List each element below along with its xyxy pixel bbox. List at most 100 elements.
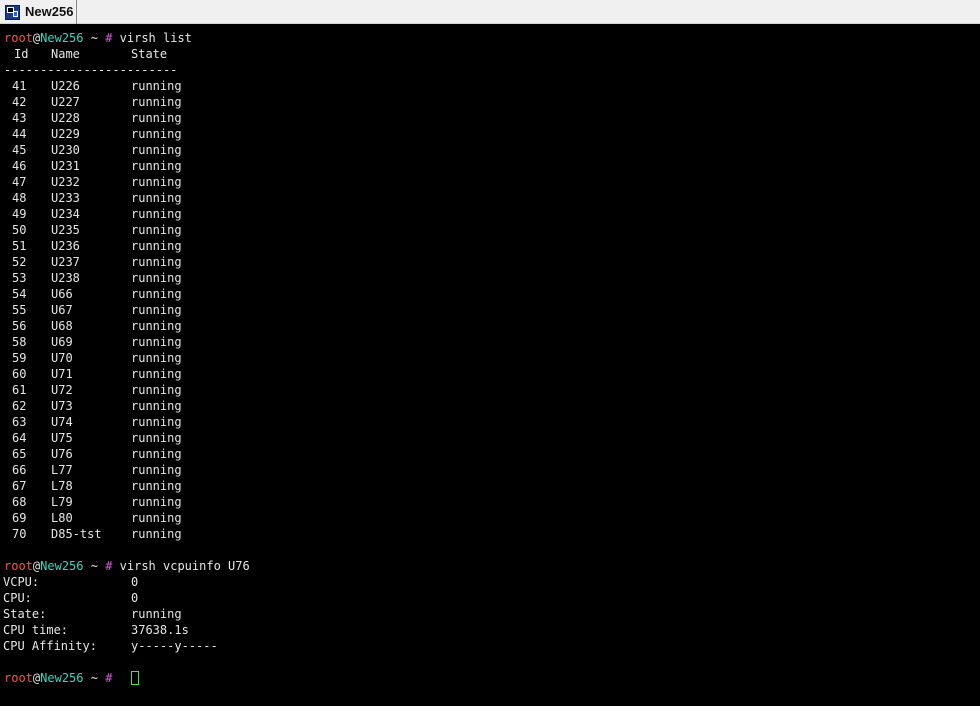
row-id: 62 [12, 399, 27, 413]
prompt-symbol: # [105, 559, 113, 573]
row-id: 65 [12, 447, 27, 461]
row-id: 45 [12, 143, 27, 157]
row-name: U67 [51, 303, 73, 317]
row-id: 67 [12, 479, 27, 493]
row-name: U238 [51, 271, 80, 285]
row-name: U230 [51, 143, 80, 157]
row-state: running [131, 223, 182, 237]
row-name: U66 [51, 287, 73, 301]
row-name: U233 [51, 191, 80, 205]
terminal-output[interactable]: root@New256 ~ # virsh list Id Name State ---… [0, 27, 980, 706]
vcpuinfo-key: CPU: [3, 591, 32, 605]
row-state: running [131, 447, 182, 461]
prompt-line-vcpuinfo: root@New256 ~ # virsh vcpuinfo U76 [4, 558, 250, 574]
prompt-path: ~ [83, 559, 106, 573]
row-id: 48 [12, 191, 27, 205]
vcpuinfo-value: y-----y----- [131, 639, 218, 653]
row-id: 70 [12, 527, 27, 541]
row-name: U231 [51, 159, 80, 173]
row-name: U229 [51, 127, 80, 141]
row-name: L77 [51, 463, 73, 477]
row-state: running [131, 95, 182, 109]
row-state: running [131, 495, 182, 509]
prompt-user: root [4, 671, 33, 685]
row-id: 59 [12, 351, 27, 365]
prompt-path: ~ [83, 671, 106, 685]
row-id: 52 [12, 255, 27, 269]
vcpuinfo-key: VCPU: [3, 575, 40, 589]
row-name: U72 [51, 383, 73, 397]
header-state: State [131, 47, 168, 61]
tab-session[interactable]: New256 [0, 0, 78, 24]
row-state: running [131, 463, 182, 477]
row-state: running [131, 431, 182, 445]
prompt-line-virsh-list: root@New256 ~ # virsh list [4, 30, 192, 46]
row-id: 47 [12, 175, 27, 189]
vcpuinfo-key: CPU Affinity: [3, 639, 97, 653]
row-state: running [131, 175, 182, 189]
row-id: 49 [12, 207, 27, 221]
row-name: U237 [51, 255, 80, 269]
row-id: 61 [12, 383, 27, 397]
row-state: running [131, 351, 182, 365]
row-name: U69 [51, 335, 73, 349]
row-state: running [131, 271, 182, 285]
prompt-symbol: # [105, 671, 113, 685]
vcpuinfo-key: CPU time: [3, 623, 69, 637]
row-state: running [131, 287, 182, 301]
row-id: 43 [12, 111, 27, 125]
text-cursor [131, 671, 139, 685]
list-separator: ------------------------ [4, 62, 177, 78]
header-id: Id [14, 47, 29, 61]
row-state: running [131, 367, 182, 381]
row-id: 41 [12, 79, 27, 93]
command-text: virsh list [119, 31, 192, 45]
command-text: virsh vcpuinfo U76 [119, 559, 250, 573]
prompt-host: New256 [40, 559, 84, 573]
row-id: 66 [12, 463, 27, 477]
row-state: running [131, 143, 182, 157]
row-state: running [131, 511, 182, 525]
row-state: running [131, 527, 182, 541]
row-state: running [131, 319, 182, 333]
row-id: 44 [12, 127, 27, 141]
tab-title: New256 [25, 4, 74, 19]
row-name: L80 [51, 511, 73, 525]
row-state: running [131, 79, 182, 93]
row-name: U68 [51, 319, 73, 333]
row-id: 55 [12, 303, 27, 317]
row-name: U234 [51, 207, 80, 221]
prompt-host: New256 [40, 671, 84, 685]
row-id: 51 [12, 239, 27, 253]
row-state: running [131, 207, 182, 221]
row-name: U236 [51, 239, 80, 253]
prompt-path: ~ [83, 31, 106, 45]
tab-bar: New256 [0, 0, 980, 24]
row-state: running [131, 111, 182, 125]
row-id: 69 [12, 511, 27, 525]
row-name: D85-tst [51, 527, 102, 541]
prompt-line-current: root@New256 ~ # [4, 670, 120, 686]
vcpuinfo-value: 0 [131, 591, 139, 605]
row-name: U226 [51, 79, 80, 93]
prompt-user: root [4, 31, 33, 45]
header-name: Name [51, 47, 80, 61]
row-state: running [131, 479, 182, 493]
vcpuinfo-value: 37638.1s [131, 623, 189, 637]
row-name: U73 [51, 399, 73, 413]
prompt-symbol: # [105, 31, 113, 45]
row-state: running [131, 303, 182, 317]
row-state: running [131, 335, 182, 349]
row-id: 63 [12, 415, 27, 429]
row-id: 56 [12, 319, 27, 333]
row-id: 60 [12, 367, 27, 381]
row-name: U74 [51, 415, 73, 429]
row-name: U76 [51, 447, 73, 461]
row-state: running [131, 159, 182, 173]
row-name: U235 [51, 223, 80, 237]
row-id: 68 [12, 495, 27, 509]
vcpuinfo-value: running [131, 607, 182, 621]
row-id: 54 [12, 287, 27, 301]
row-state: running [131, 191, 182, 205]
putty-terminal-icon [5, 4, 20, 20]
